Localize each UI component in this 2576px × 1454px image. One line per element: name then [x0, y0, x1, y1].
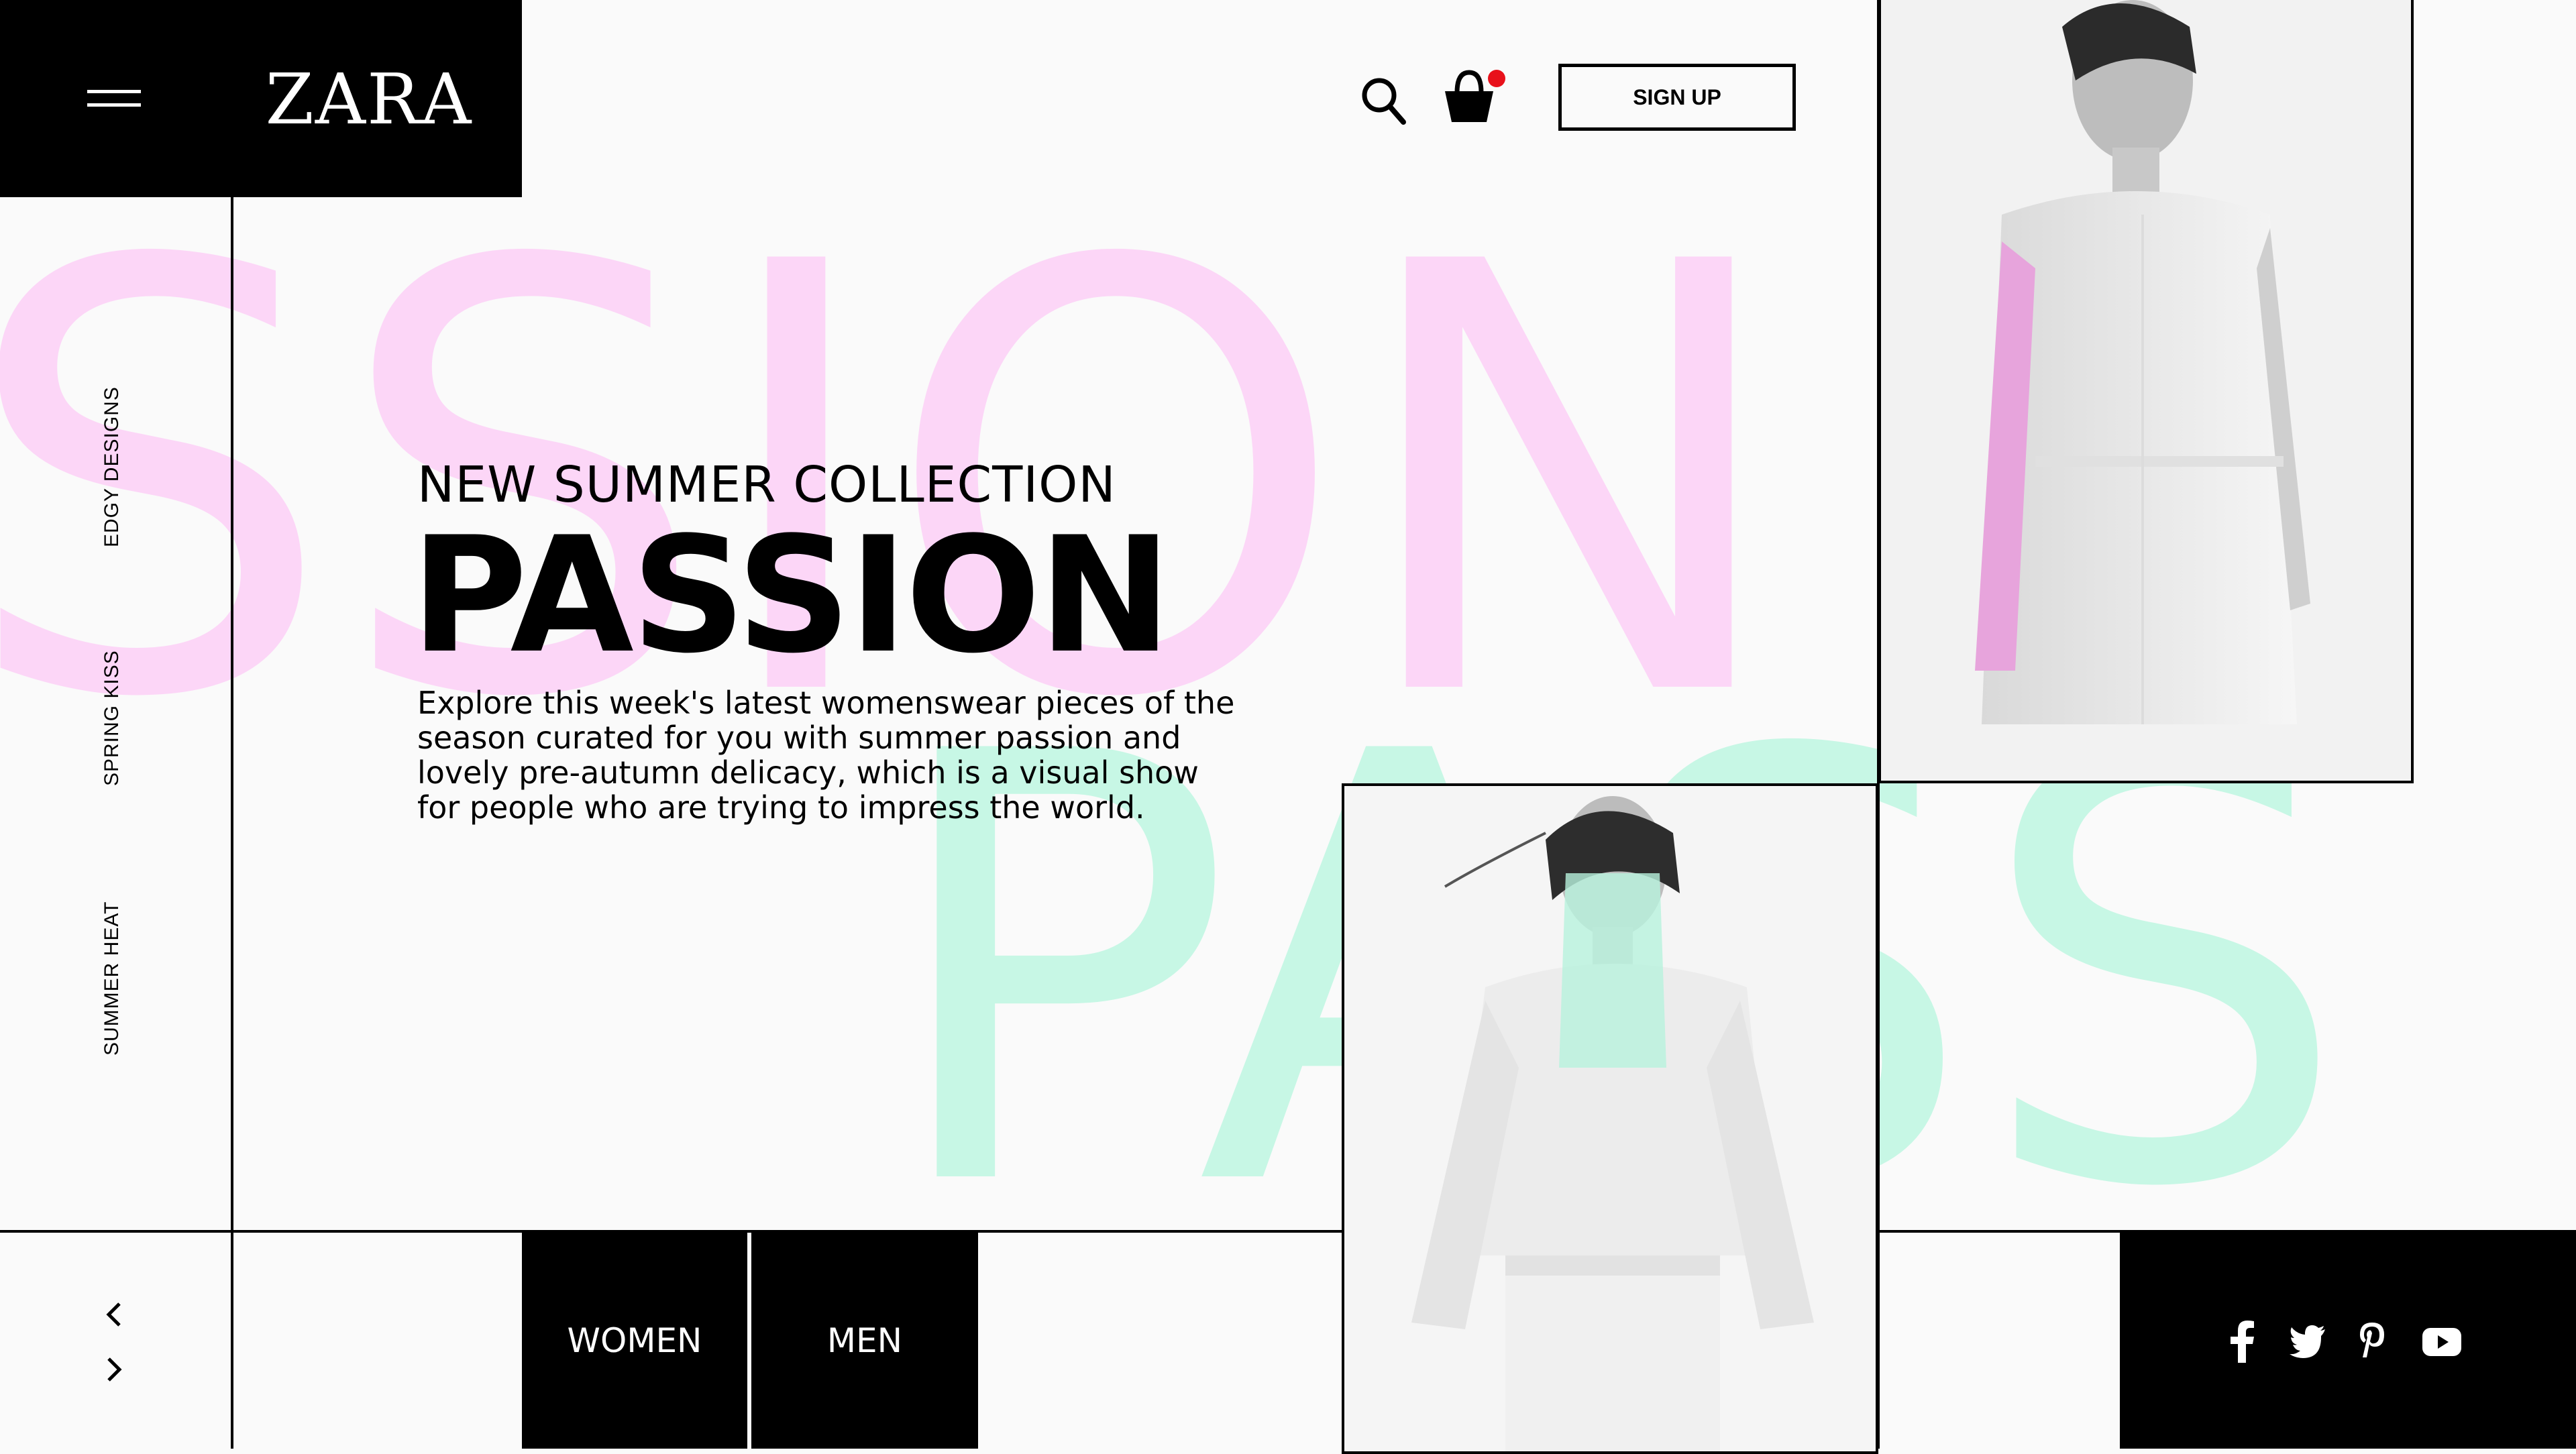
- chevron-left-icon[interactable]: [94, 1294, 134, 1335]
- hero-description: Explore this week's latest womenswear pi…: [417, 685, 1235, 826]
- model-figure-bottom: [1344, 786, 1876, 1451]
- sign-up-button[interactable]: SIGN UP: [1558, 64, 1796, 131]
- side-nav-summer-heat[interactable]: SUMMER HEAT: [101, 901, 123, 1056]
- social-links-block: [2120, 1233, 2576, 1449]
- hero-title: PASSION: [411, 503, 1172, 689]
- women-category-button[interactable]: WOMEN: [522, 1233, 747, 1449]
- slide-navigation: [94, 1294, 134, 1388]
- twitter-icon[interactable]: [2289, 1320, 2326, 1363]
- model-figure-top: [1881, 0, 2411, 781]
- side-nav-edgy-designs[interactable]: EDGY DESIGNS: [101, 386, 123, 547]
- men-category-button[interactable]: MEN: [751, 1233, 978, 1449]
- hamburger-menu-icon[interactable]: [87, 86, 141, 111]
- cart-notification-badge: [1488, 70, 1505, 87]
- youtube-icon[interactable]: [2422, 1320, 2462, 1363]
- chevron-right-icon[interactable]: [94, 1349, 134, 1390]
- model-photo-top[interactable]: [1878, 0, 2414, 783]
- search-icon[interactable]: [1360, 74, 1407, 127]
- zara-logo[interactable]: ZARA: [241, 59, 496, 139]
- sidebar-divider: [231, 197, 233, 1449]
- side-nav-spring-kiss[interactable]: SPRING KISS: [101, 650, 123, 786]
- facebook-icon[interactable]: [2229, 1320, 2255, 1363]
- model-photo-bottom[interactable]: [1342, 783, 1878, 1454]
- pinterest-icon[interactable]: [2357, 1320, 2387, 1363]
